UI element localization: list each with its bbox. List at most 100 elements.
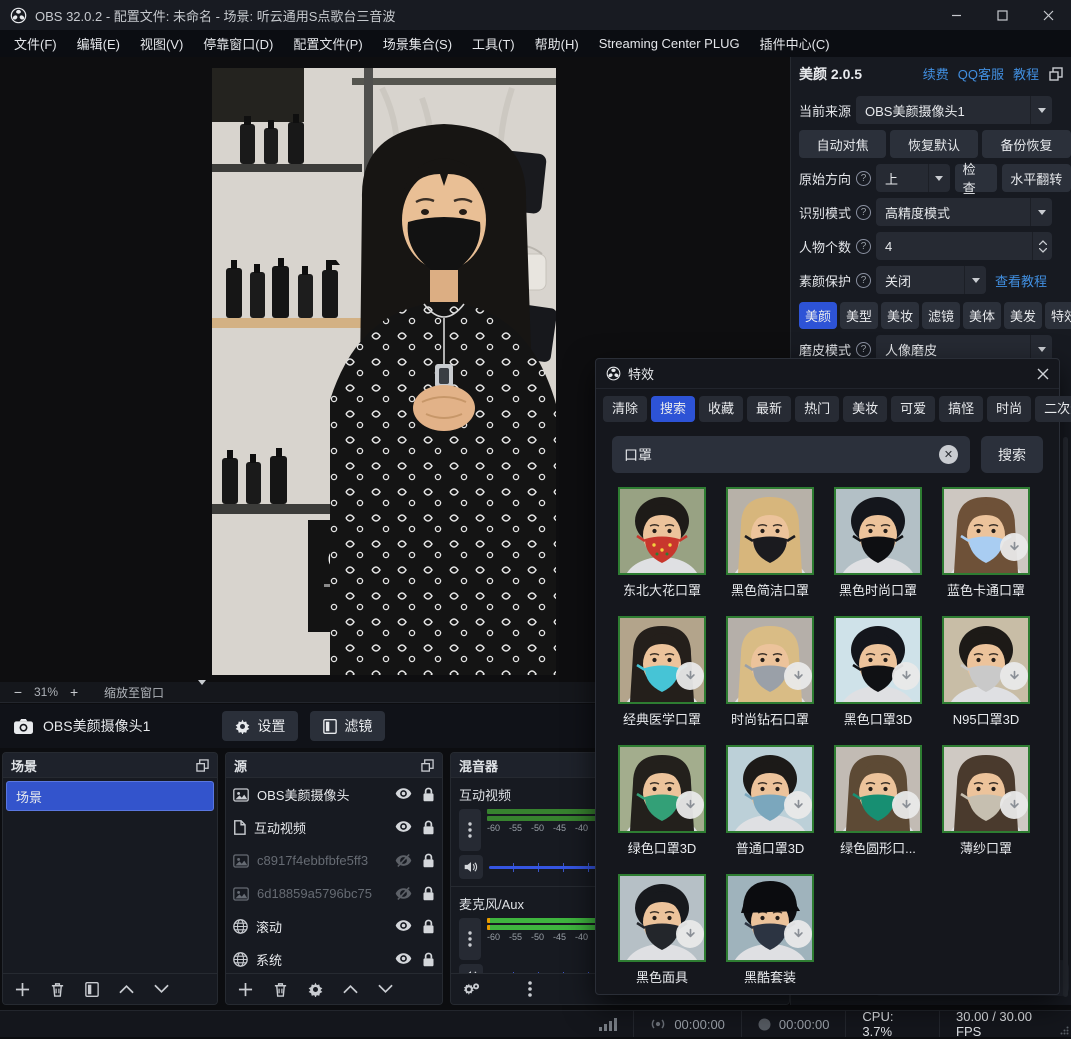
effects-tab-6[interactable]: 可爱 [891, 396, 935, 422]
fit-dropdown-arrow-icon[interactable] [198, 685, 206, 699]
download-icon[interactable] [676, 662, 704, 690]
beauty-scrollbar[interactable] [1063, 437, 1068, 997]
mixer-menu-button[interactable] [528, 981, 532, 997]
download-icon[interactable] [784, 791, 812, 819]
effect-card-6[interactable]: 黑色口罩3D [828, 616, 928, 728]
lock-icon[interactable] [422, 886, 435, 901]
popout-icon[interactable] [196, 759, 209, 772]
download-icon[interactable] [892, 791, 920, 819]
view-tutorial-link[interactable]: 查看教程 [995, 271, 1047, 290]
effect-thumbnail[interactable] [726, 487, 814, 575]
visibility-icon[interactable] [395, 952, 412, 967]
beauty-tab-0[interactable]: 美颜 [799, 302, 837, 329]
fit-to-window-label[interactable]: 缩放至窗口 [104, 684, 164, 701]
check-button[interactable]: 检查 [955, 164, 997, 192]
visibility-icon[interactable] [395, 820, 412, 835]
source-row-0[interactable]: OBS美颜摄像头 [226, 778, 442, 811]
add-source-button[interactable] [238, 982, 253, 997]
effects-tab-3[interactable]: 最新 [747, 396, 791, 422]
visibility-off-icon[interactable] [395, 886, 412, 901]
search-button[interactable]: 搜索 [981, 436, 1043, 473]
popout-icon[interactable] [1049, 67, 1063, 81]
effects-tab-1[interactable]: 搜索 [651, 396, 695, 422]
effect-thumbnail[interactable] [942, 487, 1030, 575]
backup-restore-button[interactable]: 备份恢复 [982, 130, 1071, 158]
settings-button[interactable]: 设置 [222, 711, 298, 741]
mode-select[interactable]: 高精度模式 [876, 198, 1052, 226]
effect-thumbnail[interactable] [942, 745, 1030, 833]
scene-item[interactable]: 场景 [6, 781, 214, 811]
add-scene-button[interactable] [15, 982, 30, 997]
menu-item-1[interactable]: 编辑(E) [67, 30, 130, 57]
effect-thumbnail[interactable] [834, 616, 922, 704]
download-icon[interactable] [676, 920, 704, 948]
move-scene-down-button[interactable] [154, 984, 169, 994]
download-icon[interactable] [784, 662, 812, 690]
beauty-tab-2[interactable]: 美妆 [881, 302, 919, 329]
effects-tab-8[interactable]: 时尚 [987, 396, 1031, 422]
menu-item-4[interactable]: 配置文件(P) [283, 30, 372, 57]
people-count-stepper[interactable]: 4 [876, 232, 1052, 260]
source-row-2[interactable]: c8917f4ebbfbfe5ff3 [226, 844, 442, 877]
tutorial-link[interactable]: 教程 [1013, 64, 1039, 83]
zoom-in-button[interactable]: + [66, 684, 82, 700]
source-row-1[interactable]: 互动视频 [226, 811, 442, 844]
flip-horizontal-button[interactable]: 水平翻转 [1002, 164, 1071, 192]
effect-thumbnail[interactable] [618, 487, 706, 575]
lock-icon[interactable] [422, 853, 435, 868]
help-icon[interactable]: ? [856, 205, 871, 220]
beauty-tab-6[interactable]: 特效 [1045, 302, 1071, 329]
remove-scene-button[interactable] [50, 982, 65, 997]
search-box[interactable]: ✕ [612, 436, 970, 473]
close-button[interactable] [1025, 0, 1071, 30]
effect-card-7[interactable]: N95口罩3D [936, 616, 1036, 728]
effects-tab-9[interactable]: 二次元 [1035, 396, 1071, 422]
effect-thumbnail[interactable] [726, 874, 814, 962]
lock-icon[interactable] [422, 919, 435, 934]
menu-item-0[interactable]: 文件(F) [4, 30, 67, 57]
download-icon[interactable] [1000, 662, 1028, 690]
menu-item-5[interactable]: 场景集合(S) [373, 30, 462, 57]
effect-card-3[interactable]: 蓝色卡通口罩 [936, 487, 1036, 599]
effect-card-12[interactable]: 黑色面具 [612, 874, 712, 986]
effect-thumbnail[interactable] [618, 616, 706, 704]
effect-card-1[interactable]: 黑色简洁口罩 [720, 487, 820, 599]
source-select[interactable]: OBS美颜摄像头1 [856, 96, 1052, 124]
zoom-out-button[interactable]: − [10, 684, 26, 700]
effect-thumbnail[interactable] [726, 616, 814, 704]
source-properties-button[interactable] [308, 982, 323, 997]
help-icon[interactable]: ? [856, 342, 871, 357]
effect-thumbnail[interactable] [834, 487, 922, 575]
effect-card-4[interactable]: 经典医学口罩 [612, 616, 712, 728]
maximize-button[interactable] [979, 0, 1025, 30]
source-row-4[interactable]: 滚动 [226, 910, 442, 943]
beauty-tab-1[interactable]: 美型 [840, 302, 878, 329]
effect-card-13[interactable]: 黑酷套装 [720, 874, 820, 986]
channel-menu-button[interactable] [459, 809, 481, 851]
clear-search-icon[interactable]: ✕ [939, 445, 958, 464]
effects-tab-2[interactable]: 收藏 [699, 396, 743, 422]
scene-filters-button[interactable] [85, 982, 99, 997]
qq-support-link[interactable]: QQ客服 [958, 64, 1004, 83]
menu-item-9[interactable]: 插件中心(C) [750, 30, 840, 57]
popout-icon[interactable] [421, 759, 434, 772]
effect-thumbnail[interactable] [618, 874, 706, 962]
effect-card-8[interactable]: 绿色口罩3D [612, 745, 712, 857]
autofocus-button[interactable]: 自动对焦 [799, 130, 886, 158]
download-icon[interactable] [676, 791, 704, 819]
mute-button[interactable] [459, 855, 483, 879]
menu-item-6[interactable]: 工具(T) [462, 30, 525, 57]
menu-item-8[interactable]: Streaming Center PLUG [589, 32, 750, 55]
effects-tab-4[interactable]: 热门 [795, 396, 839, 422]
effect-card-10[interactable]: 绿色圆形口... [828, 745, 928, 857]
filters-button[interactable]: 滤镜 [310, 711, 385, 741]
lock-icon[interactable] [422, 820, 435, 835]
remove-source-button[interactable] [273, 982, 288, 997]
move-source-down-button[interactable] [378, 984, 393, 994]
effect-card-11[interactable]: 薄纱口罩 [936, 745, 1036, 857]
visibility-icon[interactable] [395, 919, 412, 934]
visibility-off-icon[interactable] [395, 853, 412, 868]
beauty-tab-3[interactable]: 滤镜 [922, 302, 960, 329]
menu-item-7[interactable]: 帮助(H) [525, 30, 589, 57]
download-icon[interactable] [892, 662, 920, 690]
